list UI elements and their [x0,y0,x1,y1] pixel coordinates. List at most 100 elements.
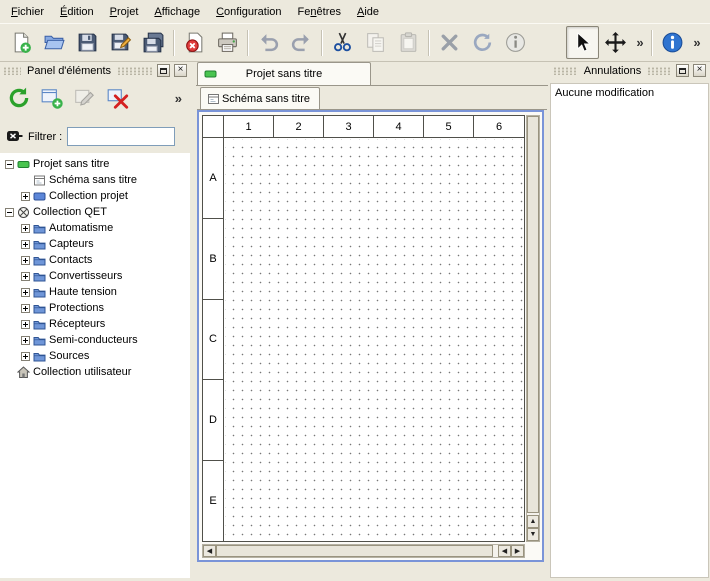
float-panel-button[interactable] [157,64,170,77]
scroll-up-button[interactable]: ▲ [527,515,539,528]
elements-tree: Projet sans titre Schéma sans titre Coll… [0,153,190,578]
menu-affichage[interactable]: Affichage [146,2,208,22]
select-tool-button[interactable] [566,26,599,59]
scrollbar-thumb[interactable] [527,116,539,513]
reload-collections-button[interactable] [4,83,34,113]
new-file-button[interactable] [5,26,38,59]
close-icon: × [697,65,703,75]
schema-grid[interactable] [225,139,524,541]
expand-icon[interactable] [21,288,30,297]
tree-item-recepteurs[interactable]: Récepteurs [0,316,190,332]
scroll-left-button[interactable]: ◀ [498,545,511,557]
toolbar-overflow-button[interactable]: » [689,26,705,59]
undo-button[interactable] [252,26,285,59]
tools-overflow-button[interactable]: » [632,26,648,59]
about-info-button[interactable] [656,26,689,59]
folder-icon [33,302,46,315]
collapse-icon[interactable] [5,208,14,217]
new-element-button[interactable] [37,83,67,113]
expand-icon[interactable] [21,256,30,265]
delete-button[interactable] [433,26,466,59]
expand-icon[interactable] [21,240,30,249]
undo-empty-text: Aucune modification [555,87,654,99]
collapse-icon[interactable] [5,160,14,169]
close-file-button[interactable] [178,26,211,59]
move-tool-icon [604,31,627,54]
paste-button[interactable] [392,26,425,59]
tree-item-collection-projet[interactable]: Collection projet [0,188,190,204]
tree-item-automatisme[interactable]: Automatisme [0,220,190,236]
tree-item-collection-qet[interactable]: Collection QET [0,204,190,220]
close-file-icon [183,31,206,54]
clear-filter-icon[interactable] [6,129,23,144]
tab-projet-sans-titre[interactable]: Projet sans titre [197,62,371,85]
ruler-corner [203,116,224,138]
home-icon [17,366,30,379]
copy-button[interactable] [359,26,392,59]
qet-icon [17,206,30,219]
tree-item-semi-conducteurs[interactable]: Semi-conducteurs [0,332,190,348]
expand-icon[interactable] [21,192,30,201]
menu-configuration[interactable]: Configuration [208,2,289,22]
tree-item-convertisseurs[interactable]: Convertisseurs [0,268,190,284]
delete-icon [438,31,461,54]
redo-button[interactable] [285,26,318,59]
menu-fenetres[interactable]: Fenêtres [290,2,349,22]
menu-projet[interactable]: Projet [102,2,147,22]
element-info-button[interactable] [499,26,532,59]
menu-edition[interactable]: Édition [52,2,102,22]
save-all-button[interactable] [137,26,170,59]
expand-icon[interactable] [21,272,30,281]
toolbar-separator [651,30,653,56]
scroll-right-button[interactable]: ▶ [511,545,524,557]
edit-element-icon [73,86,97,110]
reload-icon [7,86,31,110]
close-panel-button[interactable]: × [174,64,187,77]
rotate-button[interactable] [466,26,499,59]
toolbar-separator [321,30,323,56]
vertical-scrollbar[interactable]: ▲ ▼ [526,115,540,542]
save-as-button[interactable] [104,26,137,59]
tab-schema-sans-titre[interactable]: Schéma sans titre [200,87,320,109]
undo-history-list[interactable]: Aucune modification [550,83,709,578]
panel-overflow-button[interactable]: » [171,91,186,106]
scroll-left-button[interactable]: ◀ [203,545,216,557]
save-button[interactable] [71,26,104,59]
open-project-button[interactable] [38,26,71,59]
tree-item-sources[interactable]: Sources [0,348,190,364]
expand-icon[interactable] [21,304,30,313]
horizontal-scrollbar[interactable]: ◀ ◀ ▶ [202,544,525,558]
schema-view: 1 2 3 4 5 6 A B C D E ▲ ▼ ◀ ◀ [197,110,544,562]
dock-grip [553,67,578,75]
column-label: 4 [374,116,424,137]
cut-button[interactable] [326,26,359,59]
column-label: 2 [274,116,324,137]
tree-item-capteurs[interactable]: Capteurs [0,236,190,252]
tree-item-contacts[interactable]: Contacts [0,252,190,268]
move-tool-button[interactable] [599,26,632,59]
expand-icon[interactable] [21,224,30,233]
tree-item-schema[interactable]: Schéma sans titre [0,172,190,188]
filter-input[interactable] [67,127,175,146]
tree-item-project[interactable]: Projet sans titre [0,156,190,172]
menu-aide[interactable]: Aide [349,2,387,22]
scroll-down-button[interactable]: ▼ [527,528,539,541]
menu-fichier[interactable]: Fichier [3,2,52,22]
expand-icon[interactable] [21,352,30,361]
row-label: E [203,461,223,541]
float-panel-button[interactable] [676,64,689,77]
tree-item-collection-utilisateur[interactable]: Collection utilisateur [0,364,190,380]
folder-icon [33,254,46,267]
print-button[interactable] [211,26,244,59]
elements-panel-titlebar[interactable]: Panel d'éléments × [0,62,190,79]
delete-element-button[interactable] [103,83,133,113]
edit-element-button[interactable] [70,83,100,113]
scrollbar-thumb[interactable] [216,545,493,557]
expand-icon[interactable] [21,320,30,329]
expand-icon[interactable] [21,336,30,345]
close-panel-button[interactable]: × [693,64,706,77]
tree-item-haute-tension[interactable]: Haute tension [0,284,190,300]
tree-item-protections[interactable]: Protections [0,300,190,316]
undo-panel-titlebar[interactable]: Annulations × [550,62,709,79]
column-ruler: 1 2 3 4 5 6 [224,116,524,138]
